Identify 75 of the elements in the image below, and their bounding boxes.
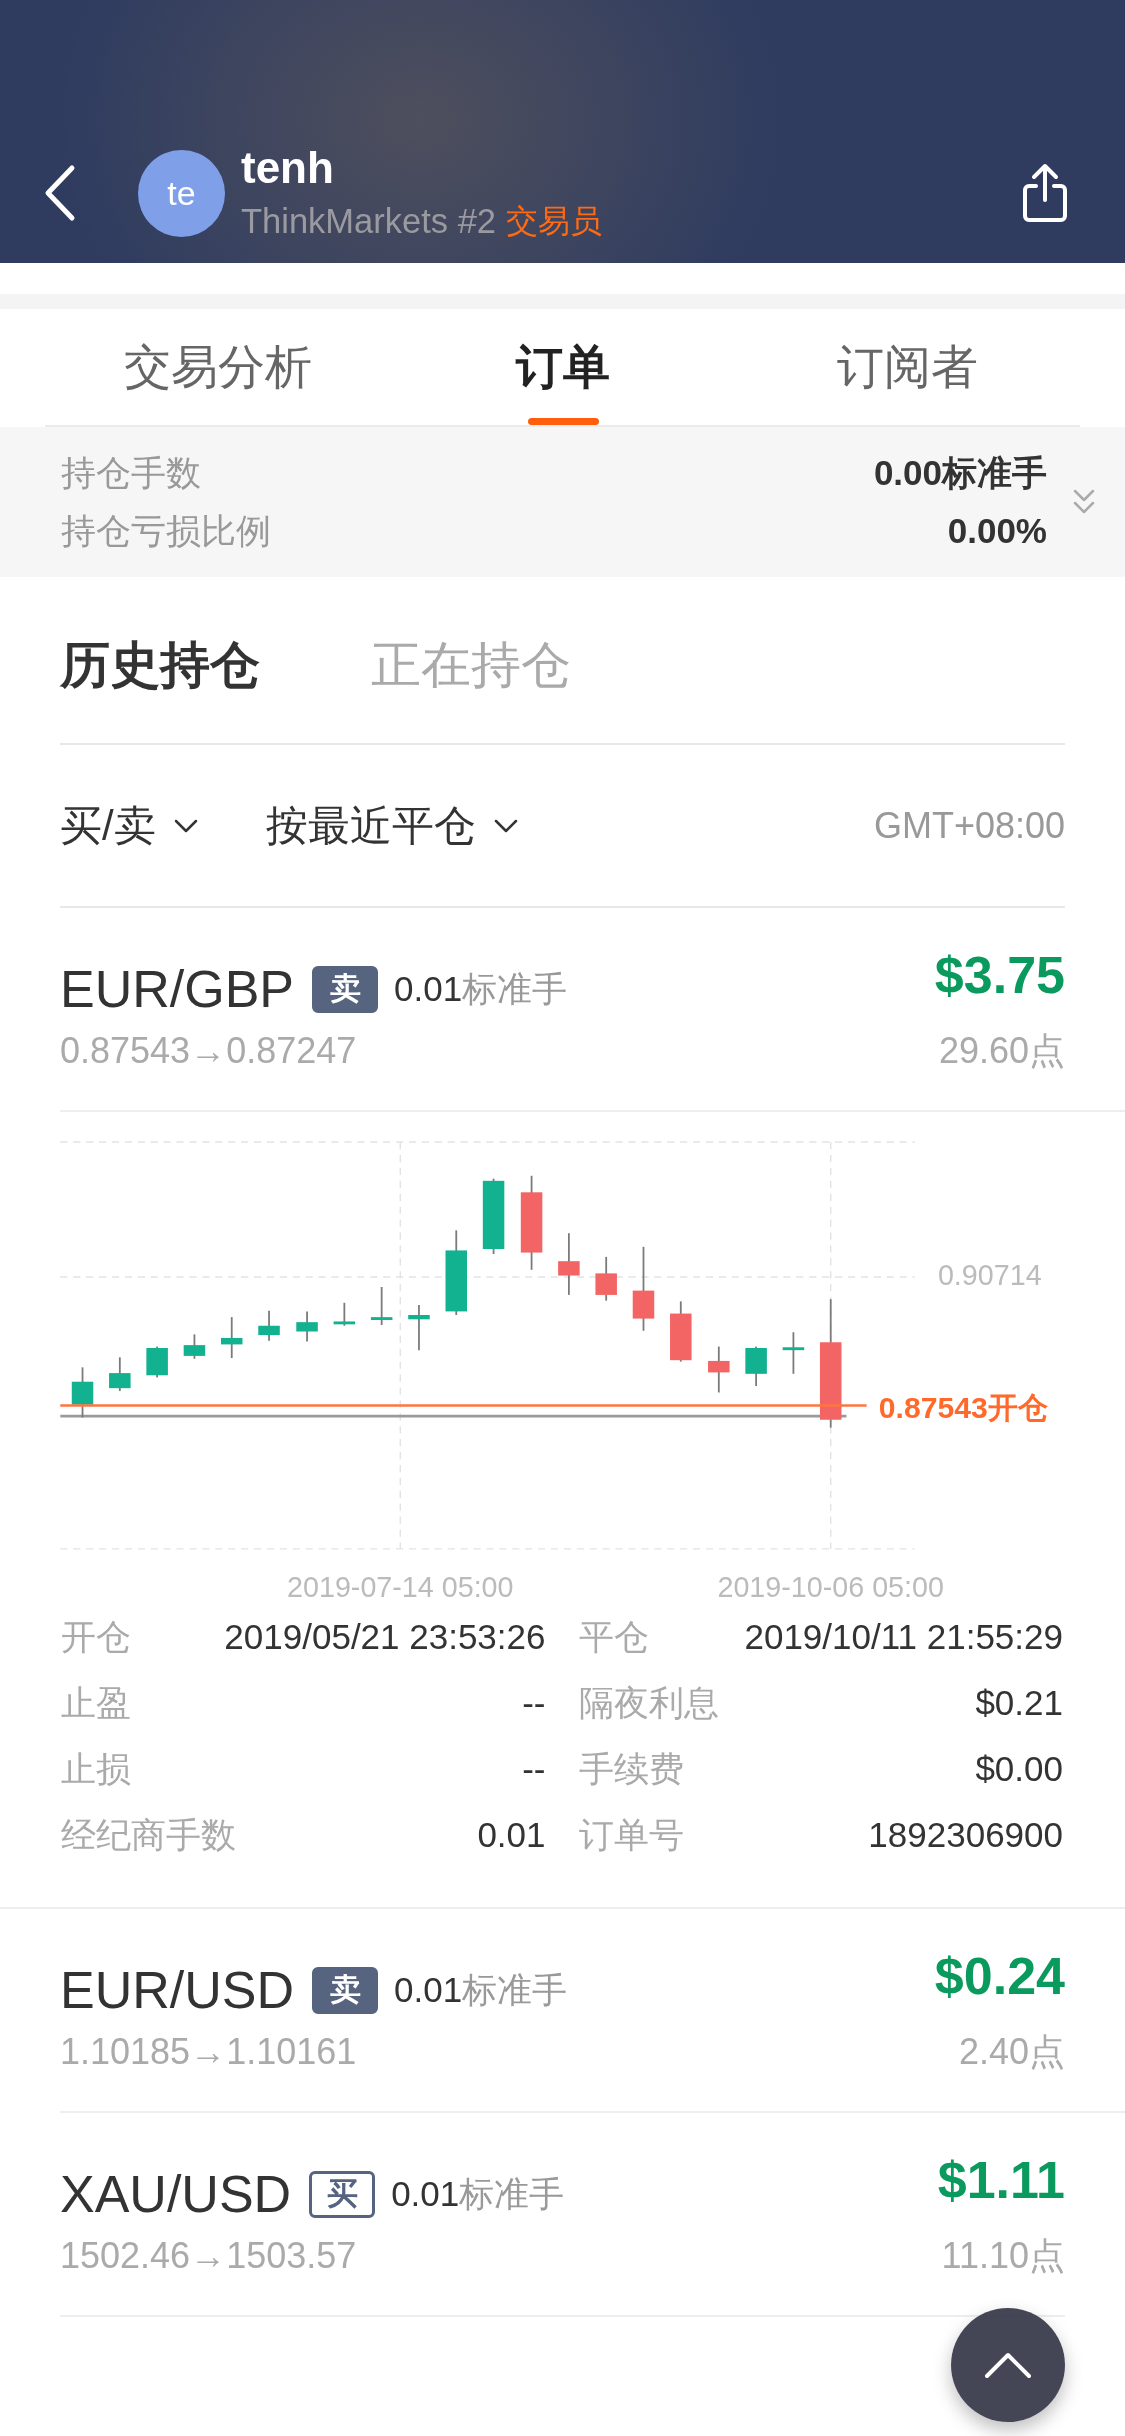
lot-size-text: 0.01标准手 <box>394 1968 568 2011</box>
symbol-text: EUR/GBP <box>60 959 295 1019</box>
trade-side-badge: 卖 <box>312 1966 379 2014</box>
price-change-text: 1502.46→1503.57 <box>60 2235 357 2277</box>
user-name: tenh <box>241 142 335 193</box>
share-icon[interactable] <box>1021 162 1069 224</box>
back-icon[interactable] <box>44 164 76 222</box>
detail-label: 止损 <box>61 1747 131 1790</box>
detail-value: $0.21 <box>975 1683 1063 1723</box>
detail-value: 0.01 <box>477 1815 546 1855</box>
tab[interactable]: 交易分析 <box>45 309 390 425</box>
timezone-text: GMT+08:00 <box>873 804 1065 847</box>
detail-label: 经纪商手数 <box>61 1813 236 1856</box>
candlestick <box>109 1356 131 1392</box>
trade-side-badge: 买 <box>309 2170 376 2218</box>
avatar: te <box>138 149 225 237</box>
sub-tab[interactable]: 历史持仓 <box>60 631 260 699</box>
candlestick <box>670 1300 692 1363</box>
detail-label: 平仓 <box>578 1615 649 1658</box>
profit-text: $0.24 <box>934 1946 1065 2006</box>
tab[interactable]: 订单 <box>390 309 735 425</box>
candlestick <box>296 1310 318 1343</box>
time-axis-label: 2019-10-06 05:00 <box>717 1570 944 1603</box>
candlestick <box>146 1345 168 1379</box>
price-change-text: 1.10185→1.10161 <box>60 2031 357 2073</box>
tab[interactable]: 订阅者 <box>735 309 1080 425</box>
symbol-text: XAU/USD <box>60 2164 292 2224</box>
detail-label: 订单号 <box>578 1813 684 1856</box>
summary-label: 持仓手数 <box>61 451 201 494</box>
scroll-top-button[interactable] <box>951 2308 1065 2422</box>
candlestick <box>71 1366 94 1419</box>
detail-value: 1892306900 <box>868 1815 1063 1855</box>
detail-label: 开仓 <box>61 1615 131 1658</box>
price-change-text: 0.87543→0.87247 <box>60 1030 357 1072</box>
filter-dropdown[interactable]: 按最近平仓 <box>265 797 518 854</box>
detail-value: -- <box>522 1683 546 1723</box>
chevron-up-icon <box>984 2351 1032 2379</box>
open-price-label: 0.87543开仓 <box>878 1391 1048 1425</box>
chevron-down-icon <box>173 818 198 833</box>
candlestick <box>220 1316 243 1359</box>
symbol-text: EUR/USD <box>60 1960 295 2020</box>
summary-label: 持仓亏损比例 <box>61 509 271 552</box>
candlestick <box>558 1232 580 1296</box>
lot-size-text: 0.01标准手 <box>394 967 568 1010</box>
candlestick <box>183 1333 206 1360</box>
detail-value: 2019/05/21 23:53:26 <box>224 1617 546 1657</box>
detail-value: $0.00 <box>975 1749 1063 1789</box>
detail-label: 止盈 <box>61 1681 131 1724</box>
summary-value: 0.00标准手 <box>873 451 1047 494</box>
profit-text: $1.11 <box>937 2150 1065 2210</box>
points-text: 2.40点 <box>958 2029 1065 2074</box>
detail-label: 手续费 <box>578 1747 684 1790</box>
filter-dropdown[interactable]: 买/卖 <box>60 797 198 854</box>
chevron-down-icon <box>493 818 518 833</box>
detail-value: -- <box>522 1749 546 1789</box>
broker-text: ThinkMarkets #2 <box>241 202 496 241</box>
candlestick <box>782 1331 805 1375</box>
price-axis-label: 0.90714 <box>937 1258 1042 1291</box>
points-text: 29.60点 <box>938 1028 1065 1073</box>
points-text: 11.10点 <box>941 2233 1065 2278</box>
candlestick <box>333 1301 356 1327</box>
candlestick <box>370 1286 393 1326</box>
candlestick <box>708 1345 730 1394</box>
candlestick <box>745 1345 767 1387</box>
detail-label: 隔夜利息 <box>578 1681 719 1724</box>
summary-value: 0.00% <box>947 511 1047 551</box>
candlestick <box>595 1256 617 1302</box>
profit-text: $3.75 <box>934 945 1065 1005</box>
detail-value: 2019/10/11 21:55:29 <box>744 1617 1063 1657</box>
time-axis-label: 2019-07-14 05:00 <box>287 1570 514 1603</box>
lot-size-text: 0.01标准手 <box>391 2172 565 2215</box>
candlestick <box>258 1309 280 1342</box>
candlestick <box>408 1304 430 1352</box>
role-label: 交易员 <box>506 201 602 241</box>
trade-side-badge: 卖 <box>312 965 379 1013</box>
